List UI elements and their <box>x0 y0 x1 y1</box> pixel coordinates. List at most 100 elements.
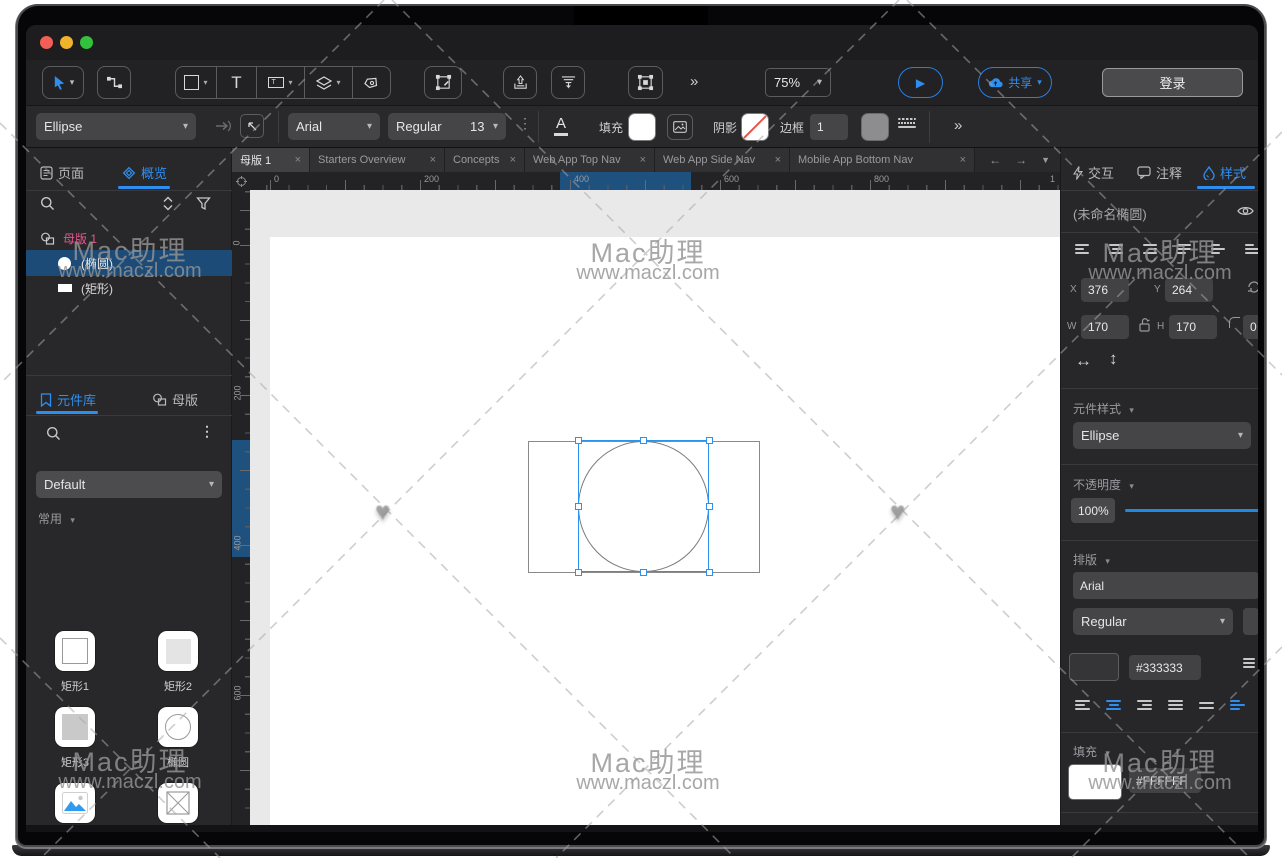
canvas-tab[interactable]: Web App Side Nav× <box>655 148 790 172</box>
tab-interactions[interactable]: 交互 <box>1073 163 1114 182</box>
search-icon[interactable] <box>40 196 55 211</box>
resize-handle-s[interactable] <box>640 569 647 576</box>
widget-name-field[interactable]: (未命名椭圆) <box>1073 204 1147 223</box>
widget-style-dropdown[interactable]: Ellipse ▾ <box>1073 422 1251 449</box>
align-middle-icon[interactable] <box>1211 244 1225 254</box>
border-color-swatch[interactable] <box>862 114 888 140</box>
zoom-level-select[interactable]: 75% ▾ <box>765 68 831 97</box>
tree-item-rectangle[interactable]: (矩形) <box>26 276 232 300</box>
fill-section[interactable]: 填充 ▾ <box>1073 743 1110 760</box>
tab-back-button[interactable]: ← <box>989 153 1001 167</box>
text-align-center-icon[interactable] <box>1106 700 1121 710</box>
library-select[interactable]: Default ▾ <box>36 471 222 498</box>
format-painter-button[interactable] <box>551 66 585 99</box>
zoom-window-button[interactable] <box>80 36 93 49</box>
font-color-field[interactable]: #333333 <box>1129 655 1201 680</box>
close-window-button[interactable] <box>40 36 53 49</box>
canvas-tab[interactable]: Web App Top Nav× <box>525 148 655 172</box>
x-field[interactable]: 376 <box>1081 278 1129 302</box>
tab-forward-button[interactable]: → <box>1015 153 1027 167</box>
close-icon[interactable]: × <box>640 154 646 166</box>
fit-width-button[interactable]: ↔ <box>1075 351 1092 371</box>
toolbar-more-button[interactable]: » <box>690 73 699 90</box>
edit-style-button[interactable] <box>240 114 264 138</box>
textfield-tool-button[interactable]: T ▾ <box>257 66 305 99</box>
component-ellipse[interactable] <box>158 707 198 747</box>
resize-handle-e[interactable] <box>706 503 713 510</box>
shadow-swatch[interactable] <box>742 114 768 140</box>
opacity-field[interactable]: 100% <box>1071 498 1115 523</box>
insert-crop-button[interactable] <box>628 66 663 99</box>
transform-points-button[interactable] <box>424 66 462 99</box>
height-field[interactable]: 170 <box>1169 315 1217 339</box>
tab-masters[interactable]: 母版 <box>152 390 198 409</box>
resize-handle-n[interactable] <box>640 437 647 444</box>
typography-section[interactable]: 排版 ▾ <box>1073 551 1110 568</box>
tree-master-row[interactable]: 母版 1 <box>26 226 232 250</box>
minimize-window-button[interactable] <box>60 36 73 49</box>
border-style-button[interactable] <box>898 118 916 128</box>
rotate-icon[interactable] <box>1247 280 1258 294</box>
tab-notes[interactable]: 注释 <box>1137 163 1182 182</box>
y-field[interactable]: 264 <box>1165 278 1213 302</box>
library-menu-icon[interactable]: ⋮ <box>200 423 214 440</box>
fill-color-field[interactable]: #FFFFFF <box>1129 768 1201 793</box>
component-placeholder[interactable] <box>158 783 198 823</box>
connector-tool-button[interactable] <box>97 66 131 99</box>
library-section-header[interactable]: 常用 ▾ <box>38 510 75 527</box>
stylebar-more-button[interactable]: » <box>954 117 963 134</box>
line-height-icon[interactable] <box>1243 658 1255 668</box>
font-family-select[interactable]: Arial ▾ <box>288 113 380 140</box>
opacity-slider[interactable] <box>1125 509 1258 512</box>
tab-style[interactable]: 样式 <box>1203 163 1246 182</box>
tab-list-button[interactable]: ▼ <box>1041 155 1050 165</box>
align-left-icon[interactable] <box>1075 244 1089 254</box>
font-size-field-clipped[interactable] <box>1243 608 1258 635</box>
text-tool-button[interactable]: T <box>217 66 257 99</box>
canvas-tab[interactable]: Concepts× <box>445 148 525 172</box>
component-rectangle2[interactable] <box>158 631 198 671</box>
widget-style-section[interactable]: 元件样式 ▾ <box>1073 400 1134 417</box>
fit-height-button[interactable]: ↕ <box>1109 349 1118 369</box>
canvas-tab[interactable]: 母版 1× <box>232 148 310 172</box>
font-family-field[interactable]: Arial <box>1073 572 1258 599</box>
corner-radius-field[interactable]: 0 <box>1243 315 1258 339</box>
text-align-left-icon[interactable] <box>1075 700 1090 710</box>
tab-component-library[interactable]: 元件库 <box>40 390 96 409</box>
component-rectangle1[interactable] <box>55 631 95 671</box>
close-icon[interactable]: × <box>775 154 781 166</box>
filter-icon[interactable] <box>196 196 211 211</box>
text-align-right-icon[interactable] <box>1137 700 1152 710</box>
preview-button[interactable]: ▶ <box>898 67 943 98</box>
component-image[interactable] <box>55 783 95 823</box>
font-color-button[interactable]: A <box>554 115 568 136</box>
resize-handle-se[interactable] <box>706 569 713 576</box>
font-color-swatch[interactable] <box>1069 653 1119 681</box>
font-size-select[interactable]: 13 ▾ <box>462 113 506 140</box>
unlock-ratio-icon[interactable] <box>1138 317 1151 332</box>
select-tool-button[interactable]: ▾ <box>42 66 84 99</box>
canvas-tab[interactable]: Starters Overview× <box>310 148 445 172</box>
font-weight-dropdown[interactable]: Regular ▾ <box>1073 608 1233 635</box>
fill-image-button[interactable] <box>667 114 693 140</box>
layers-tool-button[interactable]: ▾ <box>305 66 353 99</box>
align-bottom-icon[interactable] <box>1245 244 1258 254</box>
fill-color-swatch[interactable] <box>629 114 655 140</box>
align-top-icon[interactable] <box>1177 244 1191 254</box>
vertical-align-top-icon[interactable] <box>1199 700 1214 710</box>
widget-style-select[interactable]: Ellipse ▾ <box>36 113 196 140</box>
opacity-section[interactable]: 不透明度 ▾ <box>1073 476 1134 493</box>
library-search-icon[interactable] <box>46 426 61 441</box>
close-icon[interactable]: × <box>430 154 436 166</box>
horizontal-ruler[interactable]: 0 200 400 600 800 1 <box>250 172 1060 190</box>
align-right-icon[interactable] <box>1143 244 1157 254</box>
width-field[interactable]: 170 <box>1081 315 1129 339</box>
tree-item-ellipse[interactable]: (椭圆) <box>26 250 232 276</box>
text-justify-icon[interactable] <box>1168 700 1183 710</box>
sort-icon[interactable] <box>162 196 174 211</box>
share-button[interactable]: 共享 ▾ <box>978 67 1052 98</box>
vertical-align-middle-icon[interactable] <box>1230 700 1245 710</box>
tab-overview[interactable]: 概览 <box>122 163 167 182</box>
tab-pages[interactable]: 页面 <box>40 163 84 182</box>
resize-handle-ne[interactable] <box>706 437 713 444</box>
